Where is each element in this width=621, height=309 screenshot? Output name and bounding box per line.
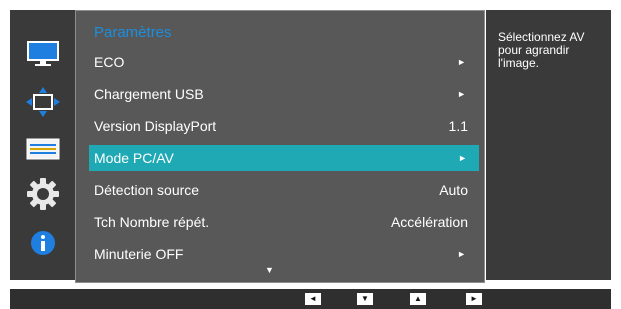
gear-icon[interactable] — [27, 178, 59, 210]
menu-item-usb-charging[interactable]: Chargement USB ► — [94, 81, 468, 107]
menu-item-label: Chargement USB — [94, 86, 204, 102]
menu-item-label: ECO — [94, 54, 125, 70]
submenu-arrow-icon: ► — [457, 89, 466, 99]
menu-item-value: Auto — [439, 182, 468, 198]
down-button[interactable]: ▼ — [357, 293, 373, 305]
submenu-arrow-icon: ► — [457, 57, 466, 67]
scroll-down-icon[interactable]: ▼ — [265, 265, 274, 275]
settings-menu: Paramètres ECO ► Chargement USB ► Versio… — [75, 10, 485, 283]
help-panel: Sélectionnez AV pour agrandir l'image. — [486, 10, 611, 280]
right-button[interactable]: ► — [466, 293, 482, 305]
menu-item-label: Mode PC/AV — [94, 150, 174, 166]
left-button[interactable]: ◄ — [305, 293, 321, 305]
settings-bars-icon[interactable] — [26, 138, 60, 160]
menu-item-label: Version DisplayPort — [94, 118, 217, 134]
sidebar — [10, 10, 76, 280]
up-arrow-icon: ▲ — [414, 294, 422, 303]
menu-item-eco[interactable]: ECO ► — [94, 49, 468, 75]
menu-item-pc-av-mode[interactable]: Mode PC/AV ► — [89, 145, 479, 171]
up-button[interactable]: ▲ — [410, 293, 426, 305]
menu-item-source-detection[interactable]: Détection source Auto — [94, 177, 468, 203]
position-arrows-icon[interactable] — [26, 87, 60, 117]
monitor-icon[interactable] — [26, 40, 60, 68]
menu-item-value: 1.1 — [448, 118, 468, 134]
menu-title: Paramètres — [94, 24, 172, 41]
submenu-arrow-icon: ► — [457, 249, 466, 259]
menu-item-value: Accélération — [390, 214, 468, 230]
help-text: Sélectionnez AV pour agrandir l'image. — [498, 30, 585, 70]
submenu-arrow-icon: ► — [458, 153, 467, 163]
menu-item-displayport-version[interactable]: Version DisplayPort 1.1 — [94, 113, 468, 139]
menu-item-label: Tch Nombre répét. — [94, 214, 210, 230]
menu-item-label: Minuterie OFF — [94, 246, 184, 262]
down-arrow-icon: ▼ — [361, 294, 369, 303]
left-arrow-icon: ◄ — [309, 294, 317, 303]
menu-item-off-timer[interactable]: Minuterie OFF ► — [94, 241, 468, 267]
info-icon[interactable] — [30, 230, 56, 256]
right-arrow-icon: ► — [470, 294, 478, 303]
menu-item-key-repeat[interactable]: Tch Nombre répét. Accélération — [94, 209, 468, 235]
menu-item-label: Détection source — [94, 182, 200, 198]
